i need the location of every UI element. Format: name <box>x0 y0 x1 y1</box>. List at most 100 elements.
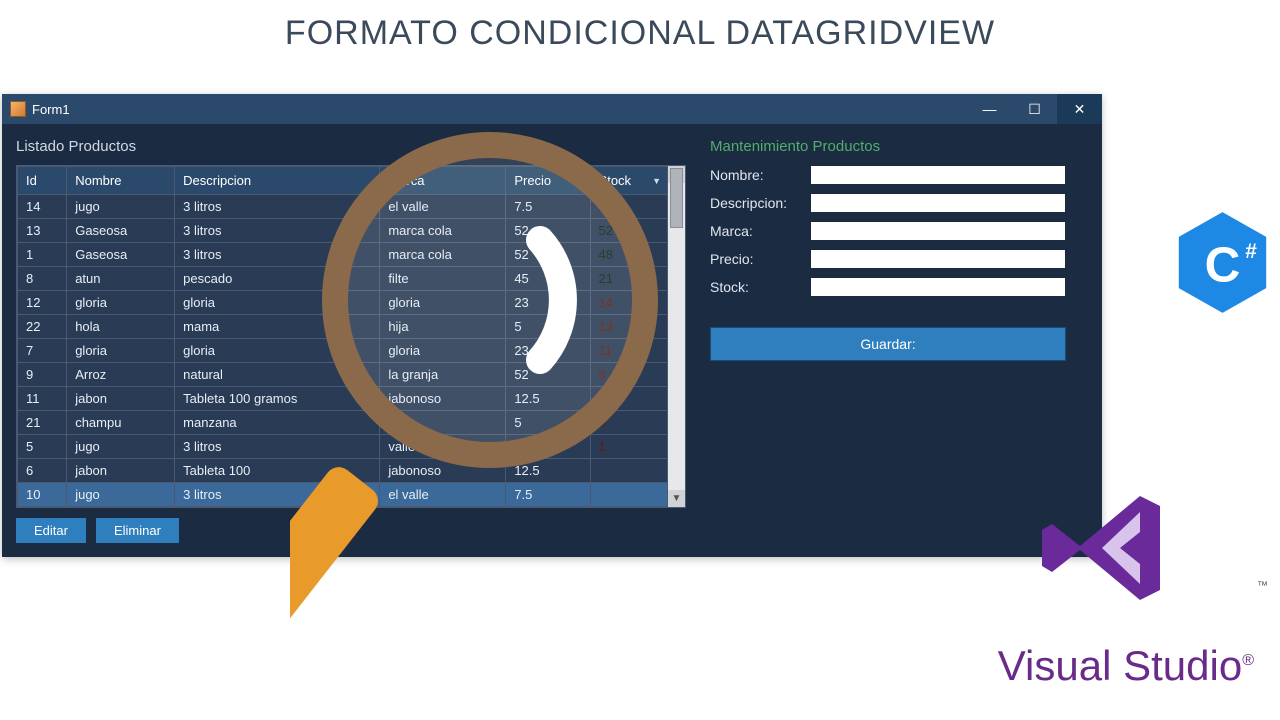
cell-id: 5 <box>18 435 67 459</box>
form-row-descripcion: Descripcion: <box>710 193 1066 213</box>
column-header-nombre[interactable]: Nombre <box>67 167 175 195</box>
cell-marca: jabonoso <box>380 387 506 411</box>
cell-nombre: jabon <box>67 387 175 411</box>
table-row[interactable]: 21champumanzanased55 <box>18 411 668 435</box>
scroll-down-arrow[interactable]: ▼ <box>668 490 685 507</box>
scroll-thumb[interactable] <box>670 168 683 228</box>
cell-stock: 1 <box>590 435 667 459</box>
column-header-descripcion[interactable]: Descripcion <box>175 167 380 195</box>
cell-marca: gloria <box>380 291 506 315</box>
form-row-nombre: Nombre: <box>710 165 1066 185</box>
cell-stock <box>590 483 667 507</box>
table-row[interactable]: 11jabonTableta 100 gramosjabonoso12.55 <box>18 387 668 411</box>
cell-desc: Tableta 100 <box>175 459 380 483</box>
cell-marca: el valle <box>380 483 506 507</box>
datagridview[interactable]: IdNombreDescripcionMarcaPrecioStock▼ 14j… <box>16 165 686 508</box>
cell-id: 22 <box>18 315 67 339</box>
cell-id: 13 <box>18 219 67 243</box>
cell-id: 1 <box>18 243 67 267</box>
close-button[interactable]: ✕ <box>1057 94 1102 124</box>
input-descripcion[interactable] <box>810 193 1066 213</box>
visual-studio-logo-icon <box>1030 488 1170 608</box>
cell-precio: 12.5 <box>506 459 590 483</box>
form-row-precio: Precio: <box>710 249 1066 269</box>
table-row[interactable]: 6jabonTableta 100jabonoso12.5 <box>18 459 668 483</box>
csharp-logo-icon: C # <box>1175 210 1270 315</box>
column-header-precio[interactable]: Precio <box>506 167 590 195</box>
table-row[interactable]: 9Arroznaturalla granja528 <box>18 363 668 387</box>
column-header-stock[interactable]: Stock▼ <box>590 167 667 195</box>
input-marca[interactable] <box>810 221 1066 241</box>
window-title: Form1 <box>32 102 967 117</box>
cell-stock: 5 <box>590 387 667 411</box>
table-row[interactable]: 7gloriagloriagloria2311 <box>18 339 668 363</box>
form-row-stock: Stock: <box>710 277 1066 297</box>
table-row[interactable]: 13Gaseosa3 litrosmarca cola5252 <box>18 219 668 243</box>
maximize-button[interactable]: ☐ <box>1012 94 1057 124</box>
cell-marca: hija <box>380 315 506 339</box>
label-precio: Precio: <box>710 251 810 267</box>
visual-studio-text: Visual Studio® <box>998 642 1254 690</box>
cell-nombre: champu <box>67 411 175 435</box>
table-row[interactable]: 22holamamahija513 <box>18 315 668 339</box>
delete-button[interactable]: Eliminar <box>96 518 179 543</box>
cell-id: 7 <box>18 339 67 363</box>
cell-stock: 14 <box>590 291 667 315</box>
cell-id: 8 <box>18 267 67 291</box>
cell-desc: 3 litros <box>175 195 380 219</box>
input-nombre[interactable] <box>810 165 1066 185</box>
cell-precio: 23 <box>506 339 590 363</box>
cell-desc: manzana <box>175 411 380 435</box>
cell-marca: sed <box>380 411 506 435</box>
label-marca: Marca: <box>710 223 810 239</box>
minimize-button[interactable]: — <box>967 94 1012 124</box>
cell-precio: 7.5 <box>506 195 590 219</box>
table-row[interactable]: 5jugo3 litrosvalle7.51 <box>18 435 668 459</box>
cell-desc: Tableta 100 gramos <box>175 387 380 411</box>
label-stock: Stock: <box>710 279 810 295</box>
column-header-id[interactable]: Id <box>18 167 67 195</box>
cell-nombre: atun <box>67 267 175 291</box>
cell-desc: 3 litros <box>175 435 380 459</box>
edit-button[interactable]: Editar <box>16 518 86 543</box>
trademark-label: ™ <box>1257 580 1268 592</box>
cell-desc: 3 litros <box>175 243 380 267</box>
left-section-title: Listado Productos <box>16 138 686 155</box>
cell-marca: valle <box>380 435 506 459</box>
app-window: Form1 — ☐ ✕ Listado Productos IdNombreDe… <box>2 94 1102 557</box>
vertical-scrollbar[interactable]: ▲ ▼ <box>668 166 685 507</box>
sort-desc-icon: ▼ <box>652 176 661 186</box>
cell-precio: 5 <box>506 411 590 435</box>
right-section-title: Mantenimiento Productos <box>710 138 1066 155</box>
cell-nombre: hola <box>67 315 175 339</box>
table-row[interactable]: 8atunpescadofilte4521 <box>18 267 668 291</box>
cell-stock: 21 <box>590 267 667 291</box>
cell-desc: pescado <box>175 267 380 291</box>
cell-id: 12 <box>18 291 67 315</box>
save-button[interactable]: Guardar: <box>710 327 1066 361</box>
cell-id: 11 <box>18 387 67 411</box>
cell-precio: 7.5 <box>506 435 590 459</box>
svg-text:C: C <box>1205 238 1241 293</box>
column-header-marca[interactable]: Marca <box>380 167 506 195</box>
cell-precio: 52 <box>506 243 590 267</box>
form-row-marca: Marca: <box>710 221 1066 241</box>
cell-precio: 7.5 <box>506 483 590 507</box>
cell-id: 6 <box>18 459 67 483</box>
cell-precio: 12.5 <box>506 387 590 411</box>
cell-precio: 23 <box>506 291 590 315</box>
label-descripcion: Descripcion: <box>710 195 810 211</box>
table-row[interactable]: 1Gaseosa3 litrosmarca cola5248 <box>18 243 668 267</box>
input-precio[interactable] <box>810 249 1066 269</box>
input-stock[interactable] <box>810 277 1066 297</box>
cell-nombre: Arroz <box>67 363 175 387</box>
label-nombre: Nombre: <box>710 167 810 183</box>
cell-nombre: jugo <box>67 435 175 459</box>
table-row[interactable]: 10jugo3 litrosel valle7.5 <box>18 483 668 507</box>
cell-desc: 3 litros <box>175 483 380 507</box>
cell-stock: 11 <box>590 339 667 363</box>
table-row[interactable]: 12gloriagloriagloria2314 <box>18 291 668 315</box>
table-row[interactable]: 14jugo3 litrosel valle7.5100 <box>18 195 668 219</box>
cell-desc: natural <box>175 363 380 387</box>
cell-nombre: Gaseosa <box>67 243 175 267</box>
